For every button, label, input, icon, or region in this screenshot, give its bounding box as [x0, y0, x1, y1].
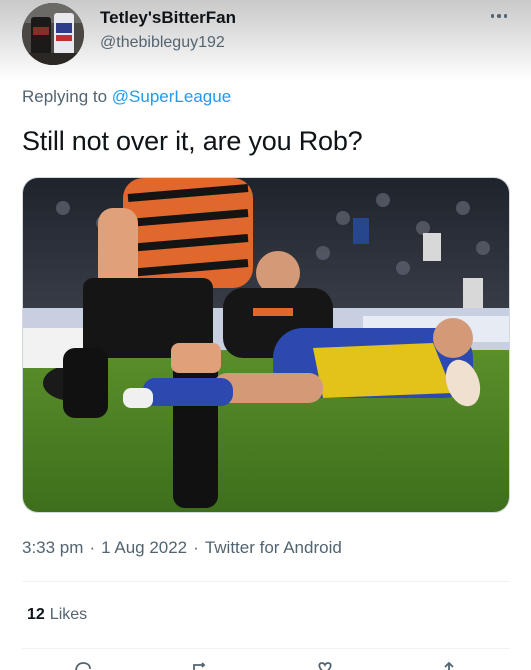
like-icon[interactable]	[314, 661, 336, 670]
meta-separator: ·	[193, 538, 199, 557]
tweet-media-image[interactable]	[22, 177, 510, 513]
tweet-metadata: 3:33 pm · 1 Aug 2022 · Twitter for Android	[22, 538, 342, 558]
divider	[22, 648, 510, 649]
share-icon[interactable]	[438, 661, 460, 670]
divider	[22, 581, 510, 582]
avatar-beer-cans-icon	[22, 3, 84, 65]
author-handle[interactable]: @thebibleguy192	[100, 34, 225, 52]
tweet-time[interactable]: 3:33 pm	[22, 538, 83, 557]
meta-separator: ·	[89, 538, 96, 557]
more-options-icon[interactable]	[487, 6, 511, 26]
reply-prefix: Replying to	[22, 87, 108, 106]
tweet-text: Still not over it, are you Rob?	[22, 126, 363, 156]
likes-stat[interactable]: 12 Likes	[27, 606, 87, 624]
action-bar	[0, 655, 531, 670]
author-display-name[interactable]: Tetley'sBitterFan	[100, 8, 236, 28]
tweet-date[interactable]: 1 Aug 2022	[101, 538, 187, 557]
likes-count: 12	[27, 606, 45, 623]
tweet-source[interactable]: Twitter for Android	[205, 538, 342, 557]
rugby-photo-icon	[23, 178, 509, 512]
likes-label: Likes	[49, 606, 88, 623]
avatar[interactable]	[22, 3, 84, 65]
reply-mention-link[interactable]: @SuperLeague	[112, 87, 231, 106]
reply-icon[interactable]	[72, 661, 94, 670]
reply-context: Replying to @SuperLeague	[22, 87, 231, 107]
retweet-icon[interactable]	[190, 661, 212, 670]
